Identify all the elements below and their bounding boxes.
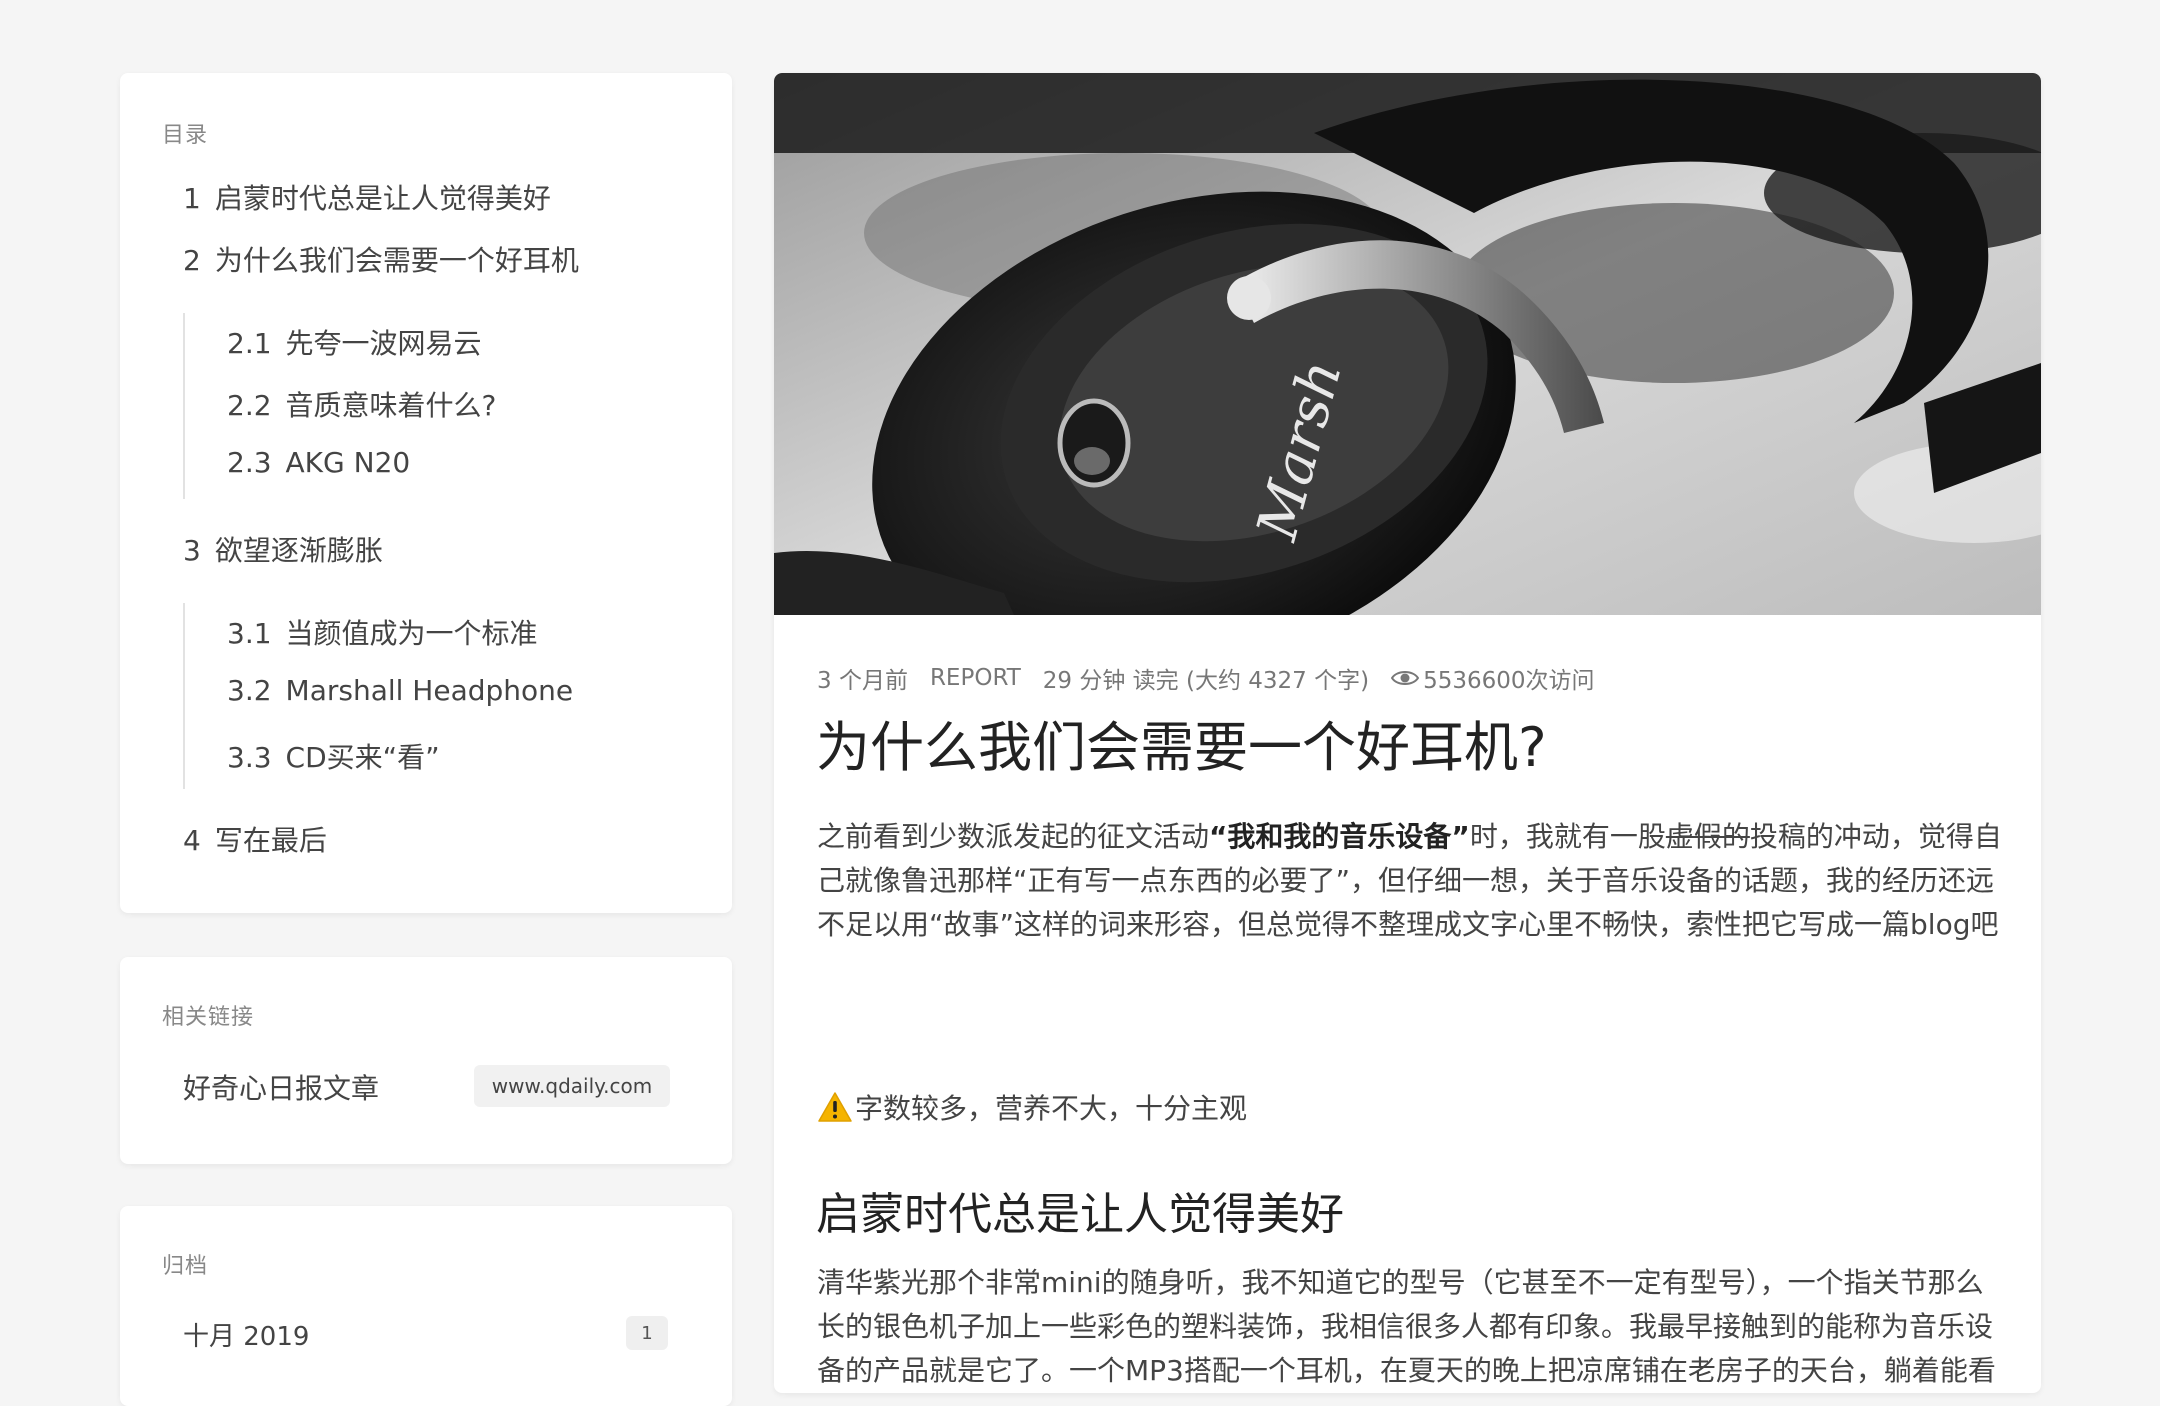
toc-item-2-1[interactable]: 2.1 先夸一波网易云 [227, 322, 482, 362]
warning-icon [817, 1091, 853, 1123]
toc-item-number: 3.3 [227, 741, 272, 774]
related-links-card: 相关链接 好奇心日报文章 www.qdaily.com [120, 957, 732, 1164]
toc-item-number: 1 [183, 182, 201, 215]
eye-icon [1391, 669, 1420, 687]
toc-item-label: Marshall Headphone [285, 674, 574, 707]
toc-item-3-1[interactable]: 3.1 当颜值成为一个标准 [227, 612, 538, 652]
related-link[interactable]: 好奇心日报文章 [183, 1067, 379, 1107]
archive-heading: 归档 [162, 1254, 209, 1279]
toc-item-2[interactable]: 2 为什么我们会需要一个好耳机 [183, 239, 579, 279]
headphones-photo-icon: Marsh [774, 73, 2041, 615]
toc-item-label: 当颜值成为一个标准 [285, 617, 538, 650]
toc-item-number: 2.3 [227, 446, 272, 479]
post-category-link[interactable]: REPORT [930, 665, 1021, 691]
toc-item-4[interactable]: 4 写在最后 [183, 819, 327, 859]
post-time: 3 个月前 [817, 668, 908, 694]
toc-item-3-2[interactable]: 3.2 Marshall Headphone [227, 674, 573, 707]
toc-item-3[interactable]: 3 欲望逐渐膨胀 [183, 529, 383, 569]
toc-card: 目录 1 启蒙时代总是让人觉得美好 2 为什么我们会需要一个好耳机 2.1 先夸一波网… [120, 73, 732, 913]
view-count: 5536600次访问 [1423, 668, 1595, 694]
toc-item-number: 3 [183, 534, 201, 567]
toc-item-number: 2 [183, 244, 201, 277]
hero-image: Marsh [774, 73, 2041, 615]
section-paragraph: 清华紫光那个非常mini的随身听，我不知道它的型号（它甚至不一定有型号），一个指… [817, 1266, 1996, 1387]
warning-text: 字数较多，营养不大，十分主观 [855, 1092, 1248, 1125]
toc-item-number: 3.2 [227, 674, 272, 707]
toc-item-2-2[interactable]: 2.2 音质意味着什么? [227, 384, 496, 424]
intro-text: 时，我就有一股 [1469, 820, 1666, 853]
strikethrough-text: 虚假的 [1665, 820, 1750, 853]
toc-heading: 目录 [162, 123, 209, 148]
related-links-heading: 相关链接 [162, 1005, 255, 1030]
toc-item-number: 2.2 [227, 389, 272, 422]
toc-item-label: 写在最后 [214, 824, 327, 857]
toc-item-number: 2.1 [227, 327, 272, 360]
toc-item-label: AKG N20 [285, 446, 411, 479]
intro-text: 之前看到少数派发起的征文活动 [817, 820, 1210, 853]
contest-name: “我和我的音乐设备” [1209, 820, 1470, 853]
reading-time: 29 分钟 读完 (大约 4327 个字) [1042, 668, 1370, 694]
link-domain-badge: www.qdaily.com [474, 1065, 670, 1107]
archive-month-link[interactable]: 十月 2019 [183, 1316, 309, 1353]
toc-item-3-3[interactable]: 3.3 CD买来“看” [227, 736, 440, 776]
article-card: Marsh 3 个月前 REPORT 29 分钟 读完 (大约 4327 个字)… [774, 73, 2041, 1393]
toc-item-label: 启蒙时代总是让人觉得美好 [214, 182, 551, 215]
archive-count-badge: 1 [626, 1316, 668, 1350]
toc-item-2-3[interactable]: 2.3 AKG N20 [227, 446, 410, 479]
toc-item-label: 先夸一波网易云 [285, 327, 482, 360]
toc-item-label: 为什么我们会需要一个好耳机 [214, 244, 579, 277]
toc-item-label: CD买来“看” [285, 741, 440, 774]
archive-card: 归档 十月 2019 1 [120, 1206, 732, 1406]
toc-item-number: 3.1 [227, 617, 272, 650]
article-title: 为什么我们会需要一个好耳机? [816, 716, 1547, 779]
toc-item-1[interactable]: 1 启蒙时代总是让人觉得美好 [183, 177, 551, 217]
toc-subsection-divider [183, 603, 185, 789]
toc-item-label: 欲望逐渐膨胀 [214, 534, 383, 567]
toc-item-label: 音质意味着什么? [285, 389, 497, 422]
section-heading: 启蒙时代总是让人觉得美好 [816, 1189, 1344, 1240]
warning-note: 字数较多，营养不大，十分主观 [817, 1087, 1247, 1127]
toc-item-number: 4 [183, 824, 201, 857]
intro-paragraph: 之前看到少数派发起的征文活动“我和我的音乐设备”时，我就有一股虚假的投稿的冲动，… [817, 815, 2007, 947]
toc-subsection-divider [183, 313, 185, 499]
article-meta: 3 个月前 REPORT 29 分钟 读完 (大约 4327 个字) 55366… [817, 661, 1617, 695]
